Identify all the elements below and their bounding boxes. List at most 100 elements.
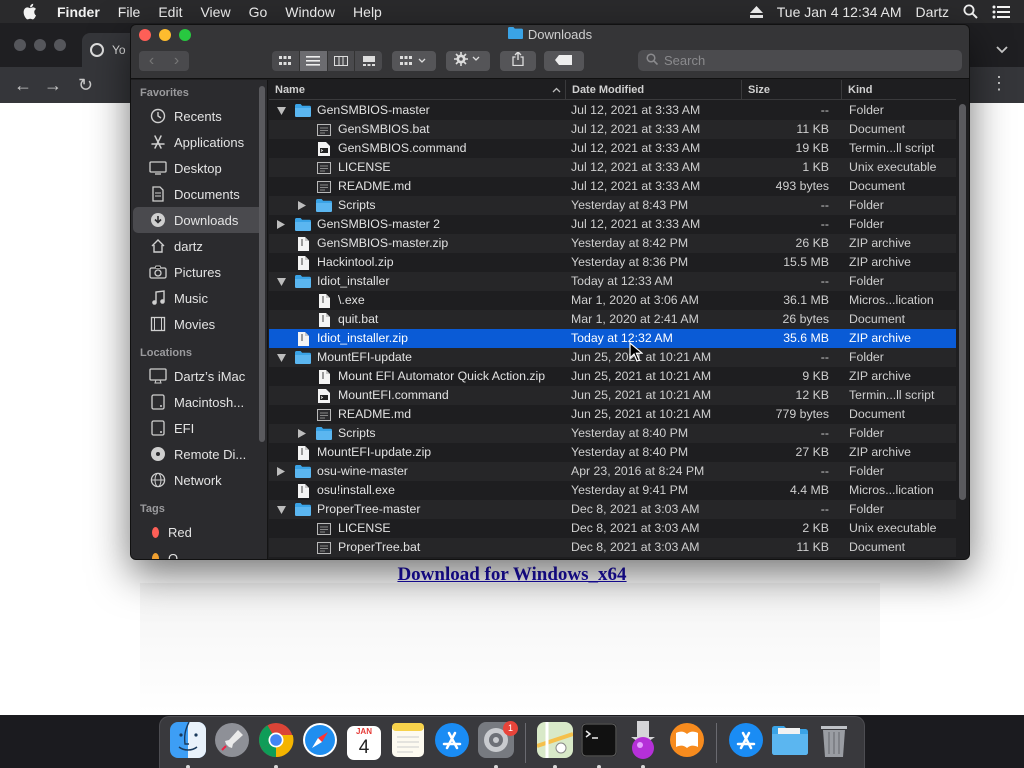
disclosure-triangle-open-icon[interactable] bbox=[275, 276, 287, 288]
file-row[interactable]: Scripts Yesterday at 8:43 PM -- Folder bbox=[269, 196, 956, 215]
menu-view[interactable]: View bbox=[191, 4, 239, 20]
tag-button[interactable] bbox=[544, 51, 584, 71]
file-row[interactable]: ProperTree-master Dec 8, 2021 at 3:03 AM -… bbox=[269, 500, 956, 519]
menu-go[interactable]: Go bbox=[240, 4, 277, 20]
browser-close-button[interactable] bbox=[14, 39, 26, 51]
file-list-scrollbar[interactable] bbox=[959, 104, 966, 500]
action-gear-button[interactable] bbox=[446, 51, 490, 71]
menu-file[interactable]: File bbox=[109, 4, 150, 20]
file-row[interactable]: GenSMBIOS-master Jul 12, 2021 at 3:33 AM -… bbox=[269, 101, 956, 120]
search-input[interactable] bbox=[664, 53, 954, 68]
share-button[interactable] bbox=[500, 50, 536, 71]
back-arrow-icon[interactable]: ← bbox=[14, 76, 32, 94]
file-row[interactable]: MountEFI-update Jun 25, 2021 at 10:21 AM -… bbox=[269, 348, 956, 367]
dock-app-store[interactable] bbox=[433, 723, 471, 762]
sidebar-item-remote-di[interactable]: Remote Di... bbox=[131, 441, 267, 467]
back-chevron-icon[interactable]: ‹ bbox=[139, 52, 164, 70]
search-field[interactable] bbox=[638, 50, 962, 71]
browser-minimize-button[interactable] bbox=[34, 39, 46, 51]
control-center-icon[interactable] bbox=[992, 5, 1010, 19]
tab-search-chevron-icon[interactable] bbox=[996, 41, 1008, 59]
browser-maximize-button[interactable] bbox=[54, 39, 66, 51]
disclosure-triangle-closed-icon[interactable] bbox=[296, 428, 308, 440]
menu-help[interactable]: Help bbox=[344, 4, 391, 20]
reload-icon[interactable]: ↻ bbox=[78, 76, 93, 94]
file-row[interactable]: Idiot_installer.zip Today at 12:32 AM 35.6… bbox=[269, 329, 956, 348]
dock-terminal[interactable] bbox=[580, 723, 618, 768]
sidebar-tag-red[interactable]: Red bbox=[131, 519, 267, 545]
list-view-icon[interactable] bbox=[299, 51, 328, 71]
search-icon[interactable] bbox=[963, 4, 978, 19]
disclosure-triangle-closed-icon[interactable] bbox=[296, 200, 308, 212]
file-row[interactable]: Scripts Yesterday at 8:40 PM -- Folder bbox=[269, 424, 956, 443]
dock-applications-stack[interactable] bbox=[727, 723, 765, 762]
sidebar-item-pictures[interactable]: Pictures bbox=[131, 259, 267, 285]
dock-system-preferences[interactable]: 1 bbox=[477, 720, 518, 768]
disclosure-triangle-open-icon[interactable] bbox=[275, 504, 287, 516]
dock-chrome[interactable] bbox=[257, 723, 295, 768]
sidebar-item-applications[interactable]: Applications bbox=[131, 129, 267, 155]
menu-window[interactable]: Window bbox=[276, 4, 344, 20]
file-row[interactable]: README.md Jun 25, 2021 at 10:21 AM 779 byt… bbox=[269, 405, 956, 424]
disclosure-triangle-open-icon[interactable] bbox=[275, 105, 287, 117]
disclosure-triangle-closed-icon[interactable] bbox=[275, 219, 287, 231]
file-row[interactable]: \.exe Mar 1, 2020 at 3:06 AM 36.1 MB Micros… bbox=[269, 291, 956, 310]
column-header-size[interactable]: Size bbox=[741, 80, 841, 100]
file-row[interactable]: LICENSE Jul 12, 2021 at 3:33 AM 1 KB Unix e… bbox=[269, 158, 956, 177]
sidebar-item-documents[interactable]: Documents bbox=[131, 181, 267, 207]
download-windows-link[interactable]: Download for Windows_x64 bbox=[0, 564, 1024, 586]
file-row[interactable]: ProperTree.bat Dec 8, 2021 at 3:03 AM 11 K… bbox=[269, 538, 956, 557]
menu-app-name[interactable]: Finder bbox=[48, 4, 109, 20]
sidebar-item-movies[interactable]: Movies bbox=[131, 311, 267, 337]
file-row[interactable]: README.md Jul 12, 2021 at 3:33 AM 493 byte… bbox=[269, 177, 956, 196]
file-row[interactable]: MountEFI-update.zip Yesterday at 8:40 PM 2… bbox=[269, 443, 956, 462]
file-row[interactable]: quit.bat Mar 1, 2020 at 2:41 AM 26 bytes Do… bbox=[269, 310, 956, 329]
dock-installer[interactable] bbox=[624, 721, 662, 768]
disclosure-triangle-closed-icon[interactable] bbox=[275, 466, 287, 478]
sidebar-item-downloads[interactable]: Downloads bbox=[133, 207, 265, 233]
group-by-button[interactable] bbox=[392, 51, 436, 71]
forward-chevron-icon[interactable]: › bbox=[164, 52, 189, 70]
dock-maps[interactable] bbox=[536, 722, 574, 768]
file-row[interactable]: osu!install.exe Yesterday at 9:41 PM 4.4 M… bbox=[269, 481, 956, 500]
file-row[interactable]: Mount EFI Automator Quick Action.zip Jun … bbox=[269, 367, 956, 386]
dock-books[interactable] bbox=[668, 723, 706, 762]
gallery-view-icon[interactable] bbox=[355, 51, 382, 71]
file-row[interactable]: GenSMBIOS.bat Jul 12, 2021 at 3:33 AM 11 K… bbox=[269, 120, 956, 139]
dock-downloads-stack[interactable] bbox=[771, 724, 809, 762]
file-row[interactable]: Idiot_installer Today at 12:33 AM -- Folder bbox=[269, 272, 956, 291]
disclosure-triangle-open-icon[interactable] bbox=[275, 352, 287, 364]
file-row[interactable]: GenSMBIOS-master 2 Jul 12, 2021 at 3:33 A… bbox=[269, 215, 956, 234]
dock-finder[interactable] bbox=[169, 721, 207, 768]
file-row[interactable]: GenSMBIOS.command Jul 12, 2021 at 3:33 AM… bbox=[269, 139, 956, 158]
sidebar-tag-o[interactable]: O bbox=[131, 545, 267, 559]
column-header-name[interactable]: Name bbox=[269, 80, 569, 100]
column-view-icon[interactable] bbox=[328, 51, 356, 71]
file-row[interactable]: osu-wine-master Apr 23, 2016 at 8:24 PM --… bbox=[269, 462, 956, 481]
eject-icon[interactable] bbox=[749, 5, 763, 18]
sidebar-item-recents[interactable]: Recents bbox=[131, 103, 267, 129]
dock-notes[interactable] bbox=[389, 723, 427, 762]
sidebar-item-desktop[interactable]: Desktop bbox=[131, 155, 267, 181]
sidebar-item-dartz[interactable]: dartz bbox=[131, 233, 267, 259]
sidebar-item-efi[interactable]: EFI bbox=[131, 415, 267, 441]
sidebar-item-macintosh[interactable]: Macintosh... bbox=[131, 389, 267, 415]
sidebar-item-network[interactable]: Network bbox=[131, 467, 267, 493]
menu-edit[interactable]: Edit bbox=[149, 4, 191, 20]
menu-clock[interactable]: Tue Jan 4 12:34 AM bbox=[777, 4, 902, 20]
dock-trash[interactable] bbox=[815, 724, 853, 762]
file-row[interactable]: MountEFI.command Jun 25, 2021 at 10:21 AM… bbox=[269, 386, 956, 405]
browser-menu-icon[interactable]: ⋮ bbox=[990, 74, 1008, 92]
apple-menu-icon[interactable] bbox=[20, 3, 38, 21]
forward-arrow-icon[interactable]: → bbox=[44, 76, 62, 94]
column-header-date[interactable]: Date Modified bbox=[565, 80, 741, 100]
dock-safari[interactable] bbox=[301, 723, 339, 762]
sidebar-scrollbar[interactable] bbox=[259, 86, 265, 442]
sidebar-item-music[interactable]: Music bbox=[131, 285, 267, 311]
column-header-kind[interactable]: Kind bbox=[841, 80, 956, 100]
file-row[interactable]: Hackintool.zip Yesterday at 8:36 PM 15.5 M… bbox=[269, 253, 956, 272]
file-row[interactable]: LICENSE Dec 8, 2021 at 3:03 AM 2 KB Unix ex… bbox=[269, 519, 956, 538]
file-row[interactable]: GenSMBIOS-master.zip Yesterday at 8:42 PM… bbox=[269, 234, 956, 253]
icon-view-icon[interactable] bbox=[272, 51, 300, 71]
menu-user[interactable]: Dartz bbox=[916, 4, 949, 20]
